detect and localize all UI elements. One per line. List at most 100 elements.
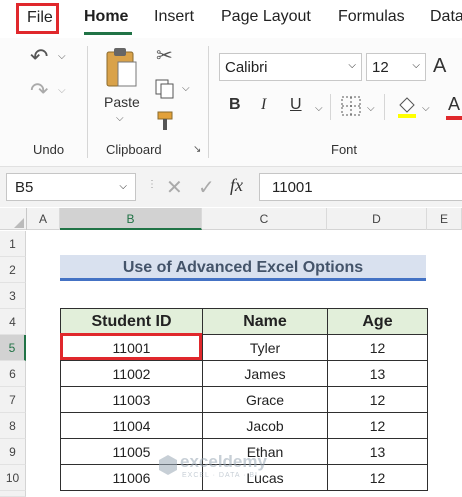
ribbon: ↶ ⌵ ↷ ⌵ Undo Paste ⌵ ✂ ⌵ Clipboard ↘ Cal… (0, 38, 462, 166)
group-divider (208, 46, 209, 158)
font-size-value: 12 (372, 59, 389, 76)
cell-age[interactable]: 12 (327, 334, 428, 361)
sheet-title[interactable]: Use of Advanced Excel Options (60, 255, 426, 281)
cell-age[interactable]: 12 (327, 412, 428, 439)
bold-button[interactable]: B (229, 96, 241, 114)
column-header-row: A B C D E (0, 208, 462, 230)
group-divider (87, 46, 88, 158)
font-color-icon: A (448, 94, 461, 114)
row-header[interactable]: 2 (0, 257, 26, 283)
undo-icon[interactable]: ↶ (30, 46, 48, 68)
watermark-tagline: EXCEL · DATA · BI (182, 472, 258, 479)
select-all-corner[interactable] (0, 208, 27, 230)
cell-age[interactable]: 13 (327, 438, 428, 465)
table-row: 11002 James 13 (60, 360, 428, 387)
copy-icon[interactable] (154, 78, 178, 100)
cell-name[interactable]: Jacob (202, 412, 328, 439)
row-header[interactable]: 4 (0, 309, 26, 335)
row-header[interactable]: 7 (0, 387, 26, 413)
redo-dropdown-icon[interactable]: ⌵ (58, 86, 66, 96)
active-cell-highlight (60, 333, 202, 360)
column-header-d[interactable]: D (327, 208, 427, 230)
font-name-select[interactable]: Calibri ⌵ (219, 53, 362, 81)
row-header[interactable]: 1 (0, 231, 26, 257)
undo-dropdown-icon[interactable]: ⌵ (58, 52, 66, 62)
tab-file[interactable]: File (16, 3, 59, 34)
row-header[interactable]: 3 (0, 283, 26, 309)
name-box[interactable]: B5 ⌵ (6, 173, 136, 201)
formula-bar: B5 ⌵ ⋮ ✕ ✓ fx 11001 (0, 167, 462, 207)
font-color-swatch (446, 116, 462, 120)
paste-label[interactable]: Paste (104, 94, 140, 110)
redo-icon[interactable]: ↷ (30, 80, 48, 102)
cell-name[interactable]: James (202, 360, 328, 387)
cell-student-id[interactable]: 11004 (60, 412, 203, 439)
font-size-select[interactable]: 12 ⌵ (366, 53, 426, 81)
header-student-id[interactable]: Student ID (60, 308, 203, 335)
tab-home[interactable]: Home (84, 8, 128, 26)
row-header[interactable]: 10 (0, 465, 26, 491)
fill-color-icon[interactable] (395, 95, 419, 119)
italic-button[interactable]: I (261, 96, 266, 114)
cell-age[interactable]: 12 (327, 464, 428, 491)
table-row: 11004 Jacob 12 (60, 412, 428, 439)
grow-font-button[interactable]: A (433, 56, 446, 76)
cell-student-id[interactable]: 11002 (60, 360, 203, 387)
copy-dropdown-icon[interactable]: ⌵ (182, 84, 190, 94)
cell-name[interactable]: Grace (202, 386, 328, 413)
row-header[interactable]: 5 (0, 335, 26, 361)
row-header[interactable]: 8 (0, 413, 26, 439)
table-row: 11003 Grace 12 (60, 386, 428, 413)
insert-function-button[interactable]: fx (230, 175, 243, 196)
header-age[interactable]: Age (327, 308, 428, 335)
more-options-icon[interactable]: ⋮ (147, 179, 157, 190)
paste-dropdown-icon[interactable]: ⌵ (116, 114, 124, 124)
fill-color-dropdown-icon[interactable]: ⌵ (422, 104, 430, 114)
underline-dropdown-icon[interactable]: ⌵ (315, 104, 323, 114)
undo-group-label: Undo (33, 142, 65, 157)
tab-formulas[interactable]: Formulas (338, 8, 405, 26)
watermark: exceldemy EXCEL · DATA · BI (158, 450, 318, 486)
column-header-c[interactable]: C (202, 208, 327, 230)
borders-dropdown-icon[interactable]: ⌵ (367, 104, 375, 114)
tab-page-layout[interactable]: Page Layout (221, 8, 311, 26)
table-header-row: Student ID Name Age (60, 308, 428, 335)
cell-age[interactable]: 13 (327, 360, 428, 387)
clipboard-group-label: Clipboard (106, 142, 162, 157)
chevron-down-icon: ⌵ (348, 60, 356, 71)
column-header-b[interactable]: B (60, 208, 202, 230)
header-name[interactable]: Name (202, 308, 328, 335)
chevron-down-icon: ⌵ (412, 60, 420, 71)
cut-icon[interactable]: ✂ (156, 46, 173, 66)
grow-font-icon: A (433, 55, 447, 77)
cell-age[interactable]: 12 (327, 386, 428, 413)
column-header-e[interactable]: E (427, 208, 462, 230)
row-header[interactable] (0, 491, 26, 497)
borders-icon[interactable] (340, 95, 362, 117)
cell-student-id[interactable]: 11003 (60, 386, 203, 413)
cancel-icon[interactable]: ✕ (166, 175, 183, 200)
column-header-a[interactable]: A (27, 208, 60, 230)
font-color-button[interactable]: A (448, 94, 460, 115)
active-tab-indicator (84, 32, 132, 35)
select-all-icon (14, 218, 24, 228)
chevron-down-icon: ⌵ (119, 181, 127, 192)
row-header[interactable]: 6 (0, 361, 26, 387)
format-divider (330, 94, 331, 120)
clipboard-launcher-icon[interactable]: ↘ (193, 145, 201, 155)
formula-buttons: ✕ ✓ fx (160, 173, 252, 201)
ribbon-tab-bar: File Home Insert Page Layout Formulas Da… (0, 0, 462, 38)
watermark-name: exceldemy (180, 452, 267, 471)
format-painter-icon[interactable] (154, 110, 176, 132)
row-header[interactable]: 9 (0, 439, 26, 465)
enter-icon[interactable]: ✓ (198, 175, 215, 200)
format-divider (384, 94, 385, 120)
paste-icon[interactable] (104, 46, 140, 90)
tab-data[interactable]: Data (430, 8, 462, 26)
cell-name[interactable]: Tyler (202, 334, 328, 361)
formula-input[interactable]: 11001 (259, 173, 462, 201)
underline-button[interactable]: U (290, 96, 302, 114)
font-group-label: Font (331, 142, 358, 157)
name-box-value: B5 (15, 179, 34, 196)
tab-insert[interactable]: Insert (154, 8, 194, 26)
